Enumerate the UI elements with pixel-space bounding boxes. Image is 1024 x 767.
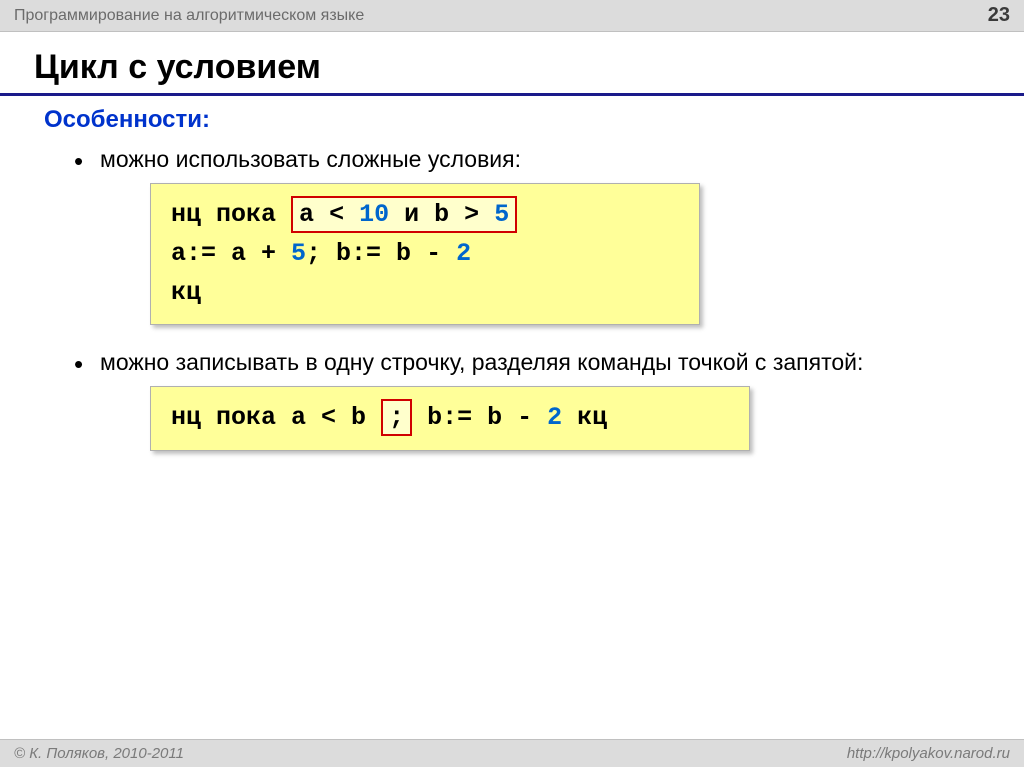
course-title: Программирование на алгоритмическом язык…	[14, 7, 364, 25]
highlight-semicolon: ;	[381, 399, 412, 436]
code-token: нц пока a < b	[171, 403, 366, 432]
code-number: 2	[547, 403, 562, 432]
slide-footer: © К. Поляков, 2010-2011 http://kpolyakov…	[0, 739, 1024, 767]
slide-header: Программирование на алгоритмическом язык…	[0, 0, 1024, 32]
section-subhead: Особенности:	[44, 106, 980, 134]
code-line: нц пока a < 10 и b > 5	[171, 196, 679, 235]
code-token: нц пока	[171, 200, 291, 229]
feature-text: можно использовать сложные условия:	[100, 146, 521, 172]
code-token: a	[299, 200, 314, 229]
code-line: a:= a + 5; b:= b - 2	[171, 235, 679, 274]
code-block-1: нц пока a < 10 и b > 5 a:= a + 5; b:= b …	[150, 183, 700, 325]
code-token: a:= a +	[171, 239, 291, 268]
code-number: 10	[359, 200, 389, 229]
feature-text: можно записывать в одну строчку, разделя…	[100, 349, 863, 375]
code-number: 2	[456, 239, 471, 268]
feature-item: можно записывать в одну строчку, разделя…	[74, 347, 980, 451]
code-token: и	[389, 200, 434, 229]
code-token: b:= b -	[412, 403, 547, 432]
code-token: кц	[562, 403, 607, 432]
code-number: 5	[291, 239, 306, 268]
footer-url: http://kpolyakov.narod.ru	[847, 745, 1010, 762]
highlight-condition: a < 10 и b > 5	[291, 196, 517, 233]
slide-title: Цикл с условием	[0, 32, 1024, 96]
copyright: © К. Поляков, 2010-2011	[14, 745, 184, 762]
code-number: 5	[494, 200, 509, 229]
feature-item: можно использовать сложные условия: нц п…	[74, 144, 980, 325]
page-number: 23	[988, 4, 1010, 27]
code-line: кц	[171, 274, 679, 313]
code-token: >	[464, 200, 479, 229]
feature-list: можно использовать сложные условия: нц п…	[44, 144, 980, 451]
code-block-2: нц пока a < b ; b:= b - 2 кц	[150, 386, 750, 451]
code-token: ; b:= b -	[306, 239, 456, 268]
code-token: b	[434, 200, 449, 229]
code-token: <	[329, 200, 344, 229]
slide-content: Особенности: можно использовать сложные …	[0, 106, 1024, 451]
code-line: нц пока a < b ; b:= b - 2 кц	[171, 399, 729, 438]
